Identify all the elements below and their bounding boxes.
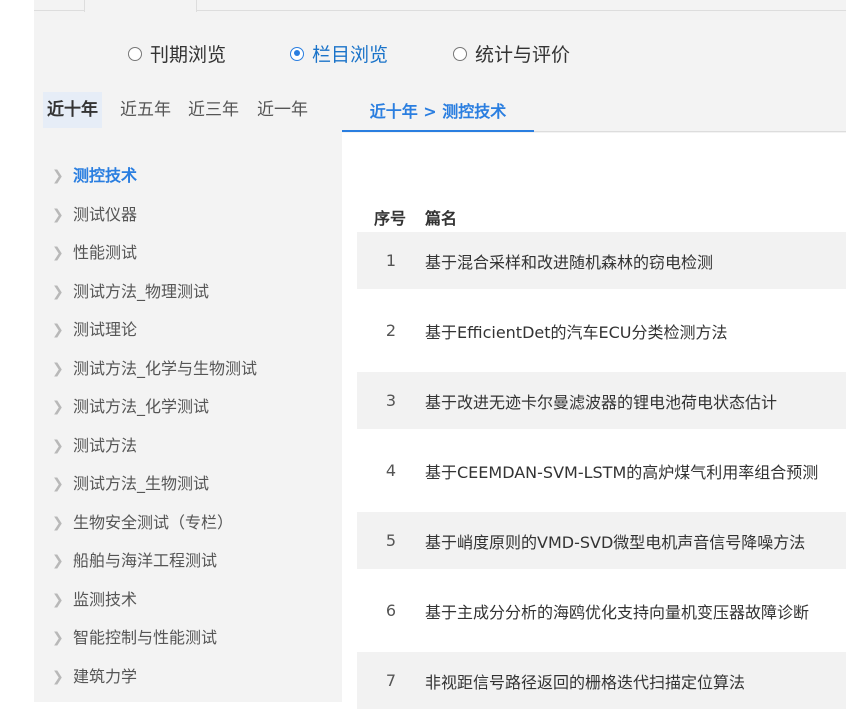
tab-three-years[interactable]: 近三年 xyxy=(188,92,239,128)
article-title-link[interactable]: 非视距信号路径返回的栅格迭代扫描定位算法 xyxy=(425,669,745,693)
radio-issue-browse[interactable]: 刊期浏览 xyxy=(128,40,226,67)
chevron-right-icon: ❯ xyxy=(52,591,64,608)
chevron-right-icon: ❯ xyxy=(52,283,64,300)
article-title-link[interactable]: 基于改进无迹卡尔曼滤波器的锂电池荷电状态估计 xyxy=(425,389,777,413)
chevron-right-icon: ❯ xyxy=(52,437,64,454)
header-seq: 序号 xyxy=(374,209,407,228)
chevron-right-icon: ❯ xyxy=(52,206,64,223)
tab-five-years[interactable]: 近五年 xyxy=(120,92,171,128)
table-row: 2 基于EfficientDet的汽车ECU分类检测方法 xyxy=(357,302,846,359)
sidebar-item-test-theory[interactable]: ❯ 测试理论 xyxy=(34,311,341,350)
chevron-right-icon: ❯ xyxy=(52,553,64,569)
sidebar-item-intelligent-control[interactable]: ❯ 智能控制与性能测试 xyxy=(34,619,341,658)
table-row: 5 基于峭度原则的VMD-SVD微型电机声音信号降噪方法 xyxy=(357,512,846,569)
article-list-panel: 序号 篇名 1 基于混合采样和改进随机森林的窃电检测 2 基于Efficient… xyxy=(342,133,846,709)
chevron-right-icon: ❯ xyxy=(52,245,64,261)
sidebar-item-performance-test[interactable]: ❯ 性能测试 xyxy=(34,234,341,273)
sidebar-item-biosafety-test[interactable]: ❯ 生物安全测试（专栏） xyxy=(34,504,341,543)
breadcrumb: 近十年 > 测控技术 xyxy=(342,94,534,132)
sidebar-item-test-instruments[interactable]: ❯ 测试仪器 xyxy=(34,196,341,235)
chevron-right-icon: ❯ xyxy=(52,168,64,184)
chevron-right-icon: ❯ xyxy=(52,514,64,531)
table-row: 4 基于CEEMDAN-SVM-LSTM的高炉煤气利用率组合预测 xyxy=(357,442,846,499)
row-seq: 2 xyxy=(385,321,397,340)
row-seq: 4 xyxy=(385,461,397,480)
article-title-link[interactable]: 基于EfficientDet的汽车ECU分类检测方法 xyxy=(425,319,728,343)
tab-one-year[interactable]: 近一年 xyxy=(257,92,308,128)
sidebar-item-building-mechanics[interactable]: ❯ 建筑力学 xyxy=(34,658,341,697)
sidebar-item-physical-test[interactable]: ❯ 测试方法_物理测试 xyxy=(34,273,341,312)
table-header: 序号 篇名 xyxy=(357,205,846,231)
tab-ten-years[interactable]: 近十年 xyxy=(43,92,102,128)
row-seq: 7 xyxy=(385,671,397,690)
row-seq: 6 xyxy=(385,601,397,620)
radio-column-browse[interactable]: 栏目浏览 xyxy=(290,40,388,67)
table-row: 3 基于改进无迹卡尔曼滤波器的锂电池荷电状态估计 xyxy=(357,372,846,429)
sidebar-item-chemical-test[interactable]: ❯ 测试方法_化学测试 xyxy=(34,388,341,427)
header-title: 篇名 xyxy=(425,209,458,228)
article-title-link[interactable]: 基于主成分分析的海鸥优化支持向量机变压器故障诊断 xyxy=(425,599,809,623)
chevron-right-icon: ❯ xyxy=(52,476,64,492)
radio-stats-evaluation[interactable]: 统计与评价 xyxy=(453,40,570,67)
article-title-link[interactable]: 基于峭度原则的VMD-SVD微型电机声音信号降噪方法 xyxy=(425,529,805,553)
table-row: 1 基于混合采样和改进随机森林的窃电检测 xyxy=(357,232,846,289)
sidebar-item-ship-ocean-test[interactable]: ❯ 船舶与海洋工程测试 xyxy=(34,542,341,581)
article-title-link[interactable]: 基于CEEMDAN-SVM-LSTM的高炉煤气利用率组合预测 xyxy=(425,459,818,483)
breadcrumb-bar: 近十年 > 测控技术 xyxy=(342,94,846,132)
table-row: 6 基于主成分分析的海鸥优化支持向量机变压器故障诊断 xyxy=(357,582,846,639)
radio-circle-icon xyxy=(290,46,304,61)
sidebar-item-chem-bio-test[interactable]: ❯ 测试方法_化学与生物测试 xyxy=(34,350,341,389)
table-row: 7 非视距信号路径返回的栅格迭代扫描定位算法 xyxy=(357,652,846,709)
row-seq: 3 xyxy=(385,391,397,410)
article-title-link[interactable]: 基于混合采样和改进随机森林的窃电检测 xyxy=(425,249,713,273)
chevron-right-icon: ❯ xyxy=(52,399,64,415)
top-tab-active[interactable] xyxy=(84,0,197,12)
chevron-right-icon: ❯ xyxy=(52,668,64,685)
sidebar-item-monitoring[interactable]: ❯ 监测技术 xyxy=(34,581,341,620)
row-seq: 5 xyxy=(385,531,397,550)
sidebar-item-test-methods[interactable]: ❯ 测试方法 xyxy=(34,427,341,466)
row-seq: 1 xyxy=(385,251,397,270)
sidebar-item-measurement-control[interactable]: ❯ 测控技术 xyxy=(34,157,341,196)
radio-circle-icon xyxy=(128,46,142,61)
chevron-right-icon: ❯ xyxy=(52,322,64,338)
chevron-right-icon: ❯ xyxy=(52,630,64,646)
column-sidebar: ❯ 测控技术 ❯ 测试仪器 ❯ 性能测试 ❯ 测试方法_物理测试 ❯ 测试理论 ❯ 测试方法… xyxy=(34,157,341,696)
chevron-right-icon: ❯ xyxy=(52,360,64,377)
radio-circle-icon xyxy=(453,46,467,61)
sidebar-item-biological-test[interactable]: ❯ 测试方法_生物测试 xyxy=(34,465,341,504)
